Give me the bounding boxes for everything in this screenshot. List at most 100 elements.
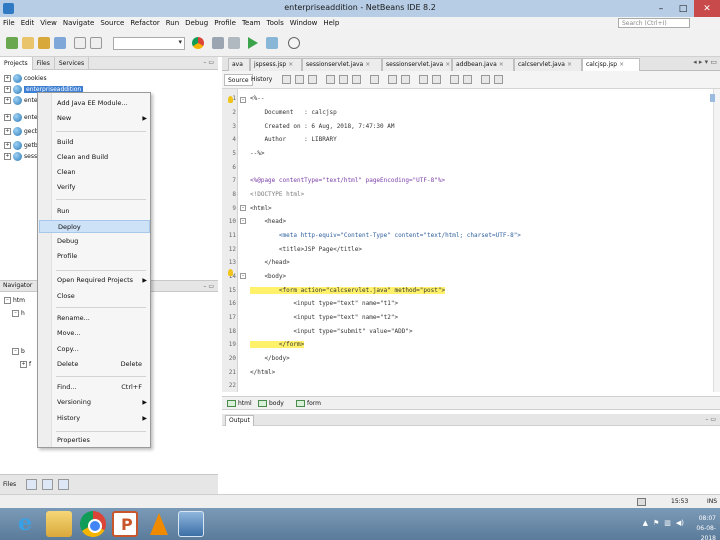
menu-item-new[interactable]: New ▶ [39, 112, 150, 125]
menu-edit[interactable]: Edit [21, 19, 35, 27]
system-clock[interactable]: 08:07 06-08-2018 [682, 514, 716, 540]
expand-icon[interactable]: + [4, 128, 11, 135]
menu-tools[interactable]: Tools [266, 19, 283, 27]
vlc-icon[interactable] [146, 511, 172, 537]
redo-icon[interactable] [90, 37, 102, 49]
menu-profile[interactable]: Profile [214, 19, 236, 27]
powerpoint-icon[interactable] [112, 511, 138, 537]
editor-scrollbar[interactable] [713, 89, 720, 392]
find-icon[interactable] [326, 75, 335, 84]
expand-icon[interactable]: + [4, 86, 11, 93]
uncomment-icon[interactable] [463, 75, 472, 84]
menu-window[interactable]: Window [290, 19, 318, 27]
file-explorer-icon[interactable] [46, 511, 72, 537]
close-tab-icon[interactable]: × [567, 61, 572, 68]
menu-item-verify[interactable]: Verify [39, 181, 150, 194]
tree-item[interactable]: + ente [4, 95, 38, 106]
expand-icon[interactable]: + [4, 153, 11, 160]
fold-icon[interactable]: – [240, 218, 246, 224]
palette-icon[interactable] [481, 75, 490, 84]
breadcrumb-form[interactable]: form [294, 399, 323, 409]
breadcrumb-body[interactable]: body [256, 399, 286, 409]
menu-item-profile[interactable]: Profile [39, 250, 150, 263]
menu-team[interactable]: Team [242, 19, 261, 27]
close-tab-icon[interactable]: × [619, 61, 624, 68]
minimize-icon[interactable]: – [650, 0, 672, 17]
show-hidden-icons-icon[interactable]: ▲ [643, 519, 648, 527]
maximize-icon[interactable]: □ [672, 0, 694, 17]
menu-item-add-java-ee-module[interactable]: Add Java EE Module... [39, 97, 150, 110]
close-tab-icon[interactable]: × [365, 61, 370, 68]
validate-icon[interactable] [494, 75, 503, 84]
internet-explorer-icon[interactable] [12, 510, 38, 537]
debug-icon[interactable] [266, 37, 278, 49]
find-previous-icon[interactable] [339, 75, 348, 84]
configuration-combo[interactable] [113, 37, 185, 50]
expand-icon[interactable]: + [4, 142, 11, 149]
shift-left-icon[interactable] [388, 75, 397, 84]
expand-icon[interactable]: + [20, 361, 27, 368]
files-label[interactable]: Files [3, 481, 16, 488]
expand-icon[interactable]: + [4, 75, 11, 82]
fold-icon[interactable]: – [240, 205, 246, 211]
new-file-icon[interactable] [22, 37, 34, 49]
tab-services[interactable]: Services [55, 56, 90, 70]
editor-tab-sessionservlet-2[interactable]: sessionservlet.java × [382, 58, 452, 71]
menu-item-find[interactable]: Find... Ctrl+F [39, 381, 150, 394]
collapse-icon[interactable]: – [12, 310, 19, 317]
tab-projects[interactable]: Projects [0, 56, 33, 70]
menu-help[interactable]: Help [323, 19, 339, 27]
tree-item[interactable]: + getb [4, 140, 38, 151]
editor-tab-jspsess[interactable]: jspsess.jsp × [250, 58, 302, 71]
fold-icon[interactable]: – [240, 97, 246, 103]
browser-icon[interactable] [192, 37, 204, 49]
collapse-icon[interactable]: – [12, 348, 19, 355]
tree-item-cookies[interactable]: + cookies [4, 73, 47, 84]
tree-item[interactable]: + sessi [4, 151, 39, 162]
profile-icon[interactable] [288, 37, 300, 49]
settings-icon[interactable] [58, 479, 69, 490]
menu-item-rename[interactable]: Rename... [39, 312, 150, 325]
tree-item[interactable]: + gecb [4, 126, 39, 137]
menu-view[interactable]: View [40, 19, 57, 27]
flag-icon[interactable]: ⚑ [653, 519, 659, 527]
chrome-icon[interactable] [80, 511, 106, 537]
close-tab-icon[interactable]: × [288, 61, 293, 68]
clean-build-icon[interactable] [228, 37, 240, 49]
nav-item-body[interactable]: – b [12, 346, 25, 357]
back-icon[interactable] [295, 75, 304, 84]
tab-files[interactable]: Files [33, 56, 55, 70]
menu-item-clean-and-build[interactable]: Clean and Build [39, 151, 150, 164]
menu-item-build[interactable]: Build [39, 136, 150, 149]
menu-item-history[interactable]: History ▶ [39, 412, 150, 425]
close-icon[interactable]: ✕ [694, 0, 720, 17]
editor-tab-sessionservlet[interactable]: sessionservlet.java × [302, 58, 382, 71]
build-icon[interactable] [212, 37, 224, 49]
toggle-highlight-icon[interactable] [370, 75, 379, 84]
nav-item-form[interactable]: + f [20, 359, 31, 370]
menu-item-close[interactable]: Close [39, 290, 150, 303]
editor-tab-calcservlet[interactable]: calcservlet.java × [514, 58, 582, 71]
close-tab-icon[interactable]: × [445, 61, 450, 68]
editor-tab-addbean[interactable]: addbean.java × [452, 58, 514, 71]
panel-minimize-icon[interactable]: – ▭ [705, 416, 716, 423]
panel-minimize-icon[interactable]: – ▭ [203, 283, 214, 290]
notifications-icon[interactable] [637, 498, 646, 506]
shift-right-icon[interactable] [401, 75, 410, 84]
menu-item-copy[interactable]: Copy... [39, 343, 150, 356]
menu-item-properties[interactable]: Properties [39, 434, 150, 447]
start-macro-icon[interactable] [419, 75, 428, 84]
open-project-icon[interactable] [38, 37, 50, 49]
code-editor[interactable]: <%-- Document : calcjsp Created on : 6 A… [250, 89, 700, 392]
network-icon[interactable]: ▥ [664, 519, 671, 527]
menu-item-run[interactable]: Run [39, 205, 150, 218]
menu-source[interactable]: Source [100, 19, 124, 27]
run-icon[interactable] [248, 37, 258, 49]
menu-item-versioning[interactable]: Versioning ▶ [39, 396, 150, 409]
menu-item-delete[interactable]: Delete Delete [39, 358, 150, 371]
output-panel[interactable] [222, 426, 720, 494]
menu-item-debug[interactable]: Debug [39, 235, 150, 248]
breadcrumb-html[interactable]: html [225, 399, 254, 409]
stop-macro-icon[interactable] [432, 75, 441, 84]
menu-file[interactable]: File [3, 19, 15, 27]
